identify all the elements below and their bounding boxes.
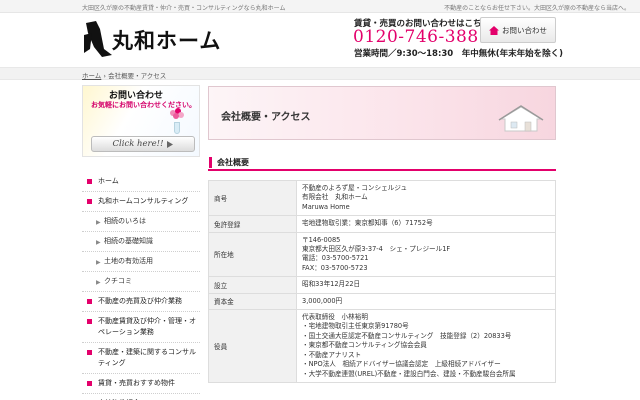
site-header: 丸和ホーム 賃貸・売買のお問い合わせはこちら 0120-746-388 営業時間… <box>0 13 640 67</box>
submenu-arrow-icon: ▶ <box>96 259 101 266</box>
row-value-line: 有限会社 丸和ホーム <box>302 193 368 202</box>
sidebar-item[interactable]: 不動産・建築に関するコンサルティング <box>82 343 200 374</box>
table-row: 免許登録 宅地建物取引業：東京都知事（6）71752号 <box>208 215 556 233</box>
sidebar-item[interactable]: 賃貸・売買おすすめ物件 <box>82 374 200 394</box>
sidebar-item-label: 相続の基礎知識 <box>104 237 153 245</box>
sidebar-item-label: 賃貸・売買おすすめ物件 <box>98 379 175 387</box>
submenu-arrow-icon: ▶ <box>96 239 101 246</box>
row-value-line: 3,000,000円 <box>302 296 343 305</box>
section-heading: 会社概要 <box>208 155 556 171</box>
sidebar-item[interactable]: 不動産の売買及び仲介業務 <box>82 292 200 312</box>
logo-text: 丸和ホーム <box>112 28 222 53</box>
menu-bullet-icon <box>87 179 92 184</box>
row-value-line: ・宅地建物取引主任東京第91780号 <box>302 322 409 331</box>
sidebar-item[interactable]: ▶ 相続のいろは <box>82 212 200 232</box>
row-value: 代表取締役 小林裕明 ・宅地建物取引主任東京第91780号 ・国土交通大臣認定不動産… <box>296 309 556 383</box>
row-value: 不動産のよろず屋・コンシェルジュ 有限会社 丸和ホーム Maruwa Home <box>296 179 556 217</box>
table-row: 所在地 〒146-0085 東京都大田区久が原3-37-4 シェ・プレジール1F 電話… <box>208 231 556 278</box>
menu-bullet-icon <box>87 319 92 324</box>
sidebar-item[interactable]: 不動産賃貸及び仲介・管理・オペレーション業務 <box>82 312 200 343</box>
row-label: 資本金 <box>208 292 297 311</box>
row-value-line: ・大学不動産連盟(UREL)不動産・建設白門会、建設・不動産駿台会所属 <box>302 369 516 378</box>
row-label: 所在地 <box>208 231 297 278</box>
row-value-line: 宅地建物取引業：東京都知事（6）71752号 <box>302 219 433 228</box>
breadcrumb-home-link[interactable]: ホーム <box>82 72 101 80</box>
row-label: 商号 <box>208 179 297 217</box>
sidebar-item[interactable]: ▶ 相続の基礎知識 <box>82 232 200 252</box>
row-value-line: FAX：03-5700-5723 <box>302 263 368 272</box>
business-hours: 営業時間／9:30～18:30 年中無休(年末年始を除く) <box>354 49 563 59</box>
sidebar-item-label: 丸和ホームコンサルティング <box>98 197 189 205</box>
row-value: 宅地建物取引業：東京都知事（6）71752号 <box>296 215 556 233</box>
menu-bullet-icon <box>87 199 92 204</box>
row-value: 〒146-0085 東京都大田区久が原3-37-4 シェ・プレジール1F 電話：03… <box>296 231 556 278</box>
brush-mark-icon <box>84 21 112 57</box>
page-title: 会社概要・アクセス <box>221 112 311 123</box>
table-row: 役員 代表取締役 小林裕明 ・宅地建物取引主任東京第91780号 ・国土交通大臣認定不… <box>208 309 556 383</box>
site-subtagline: 不動産のことならお任せ下さい。大田区久が原の不動産なら当店へ。 <box>444 5 630 12</box>
company-profile-table: 商号 不動産のよろず屋・コンシェルジュ 有限会社 丸和ホーム Maruwa Home 免… <box>208 179 556 383</box>
sidebar-item[interactable]: ▶ クチコミ <box>82 272 200 292</box>
sidebar-item-label: 土地の有効活用 <box>104 257 153 265</box>
sidebar-menu: ホーム 丸和ホームコンサルティング ▶ 相続のいろは ▶ 相続の基礎知識 ▶ 土地の有効活用 ▶… <box>82 172 200 400</box>
sidebar-item-label: 不動産賃貸及び仲介・管理・オペレーション業務 <box>98 317 196 336</box>
menu-bullet-icon <box>87 350 92 355</box>
submenu-arrow-icon: ▶ <box>96 219 101 226</box>
breadcrumb-separator: › <box>103 72 106 80</box>
row-value-line: ・不動産アナリスト <box>302 350 362 359</box>
sidebar-item-label: ホーム <box>98 177 119 185</box>
row-value-line: Maruwa Home <box>302 202 350 211</box>
table-row: 設立 昭和33年12月22日 <box>208 276 556 294</box>
site-logo[interactable]: 丸和ホーム <box>82 19 242 59</box>
menu-bullet-icon <box>87 299 92 304</box>
inquiry-banner[interactable]: お問い合わせ お気軽にお問い合わせください。 Click here!! <box>82 85 200 157</box>
table-row: 資本金 3,000,000円 <box>208 292 556 311</box>
sidebar-item-label: 不動産・建築に関するコンサルティング <box>98 348 196 367</box>
sidebar-item[interactable]: ホーム <box>82 172 200 192</box>
row-value-line: 昭和33年12月22日 <box>302 280 361 289</box>
row-value: 昭和33年12月22日 <box>296 276 556 294</box>
click-here-label: Click here!! <box>112 139 164 149</box>
sidebar-item-label: 不動産の売買及び仲介業務 <box>98 297 182 305</box>
sidebar-item[interactable]: 自社物件紹介 <box>82 394 200 400</box>
section-title: 会社概要 <box>217 158 249 167</box>
submenu-arrow-icon: ▶ <box>96 279 101 286</box>
house-icon <box>489 25 499 35</box>
row-label: 役員 <box>208 309 297 383</box>
row-value-line: ・国土交通大臣認定不動産コンサルティング 技能登録（2）20833号 <box>302 331 512 340</box>
flower-icon <box>170 108 184 119</box>
inquiry-button-label: お問い合わせ <box>502 25 547 35</box>
table-row: 商号 不動産のよろず屋・コンシェルジュ 有限会社 丸和ホーム Maruwa Home <box>208 179 556 217</box>
page-title-banner: 会社概要・アクセス <box>208 86 556 140</box>
section-heading-marker <box>209 157 212 168</box>
row-value-line: 不動産のよろず屋・コンシェルジュ <box>302 184 408 192</box>
inquiry-button[interactable]: お問い合わせ <box>480 17 556 43</box>
sidebar-item[interactable]: 丸和ホームコンサルティング <box>82 192 200 212</box>
row-label: 免許登録 <box>208 215 297 233</box>
row-value: 3,000,000円 <box>296 292 556 311</box>
row-value-line: 〒146-0085 <box>302 235 341 244</box>
sidebar-item[interactable]: ▶ 土地の有効活用 <box>82 252 200 272</box>
click-here-button[interactable]: Click here!! <box>91 136 195 152</box>
breadcrumb-current: 会社概要・アクセス <box>108 72 167 80</box>
arrow-right-icon <box>167 140 174 148</box>
row-label: 設立 <box>208 276 297 294</box>
sidebar-item-label: 相続のいろは <box>104 217 146 225</box>
house-illustration-icon <box>498 105 544 132</box>
phone-number[interactable]: 0120-746-388 <box>353 27 479 47</box>
menu-bullet-icon <box>87 381 92 386</box>
row-value-line: ・東京都不動産コンサルティング協会会員 <box>302 341 427 350</box>
site-tagline: 大田区久が原の不動産賃貸・仲介・売買・コンサルティングなら丸和ホーム <box>82 5 286 12</box>
sidebar-item-label: クチコミ <box>104 277 132 285</box>
vase-graphic <box>174 122 180 134</box>
breadcrumb: ホーム › 会社概要・アクセス <box>0 67 640 80</box>
row-value-line: 電話：03-5700-5721 <box>302 254 369 263</box>
row-value-line: ・NPO法人 相続アドバイザー協議会認定 上級相続アドバイザー <box>302 360 501 369</box>
top-strip: 大田区久が原の不動産賃貸・仲介・売買・コンサルティングなら丸和ホーム 不動産のこ… <box>0 0 640 13</box>
